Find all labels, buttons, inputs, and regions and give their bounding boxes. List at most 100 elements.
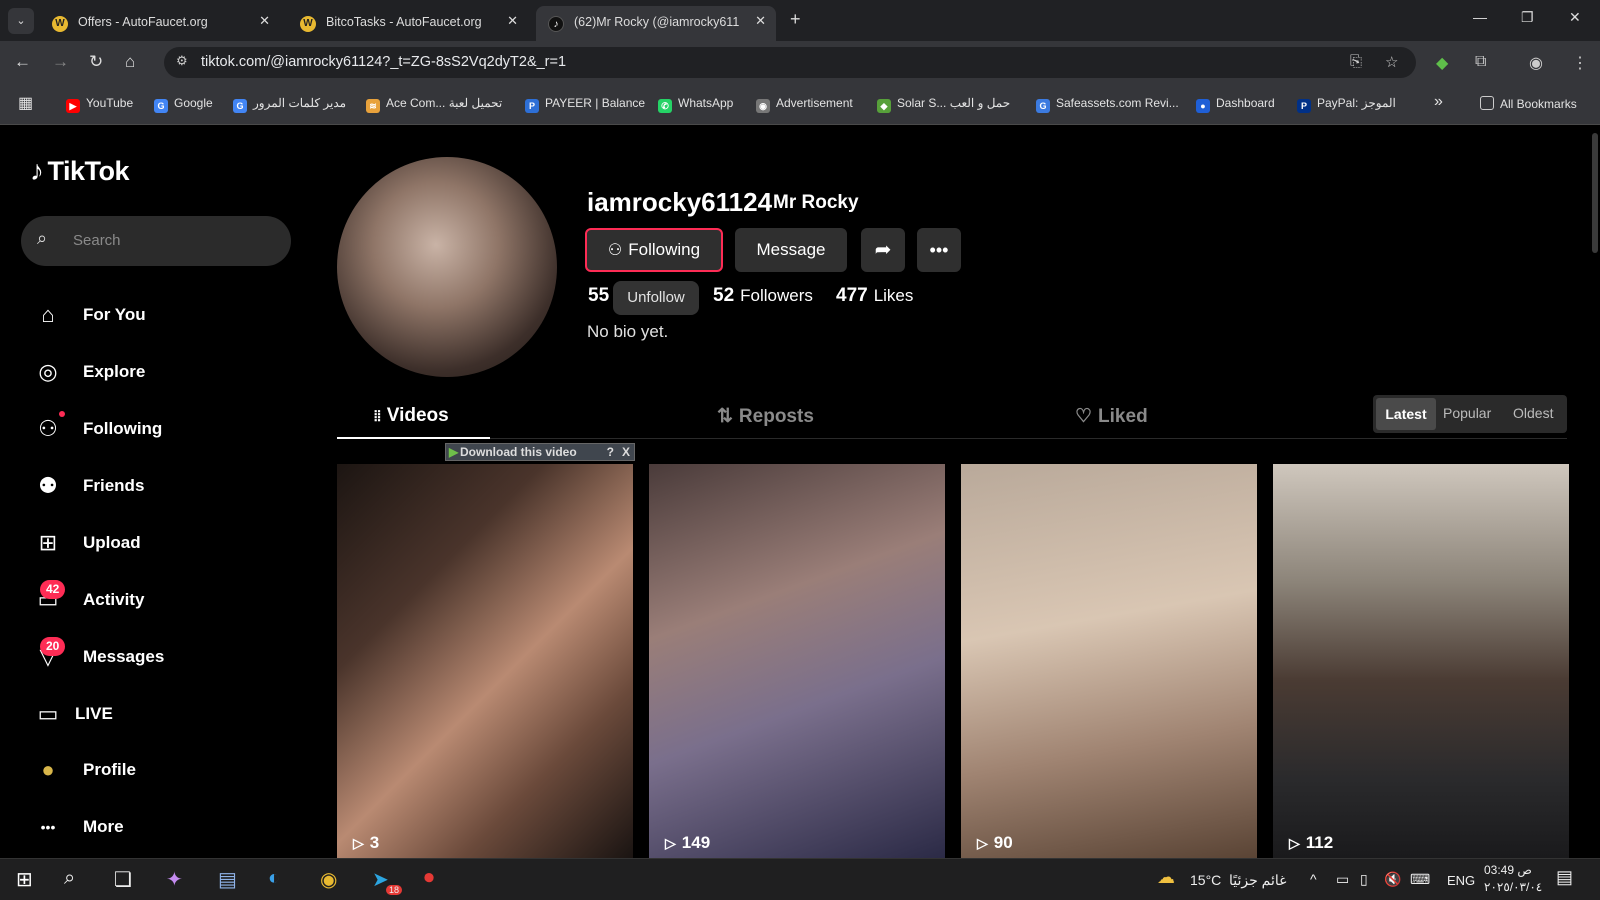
address-bar[interactable]: ⚙ tiktok.com/@iamrocky61124?_t=ZG-8sS2Vq… bbox=[164, 47, 1416, 78]
home-icon[interactable]: ⌂ bbox=[125, 52, 135, 72]
keyboard-icon[interactable]: ⌨ bbox=[1410, 871, 1430, 888]
bookmark-star-icon[interactable]: ☆ bbox=[1385, 53, 1398, 71]
extensions-puzzle-icon[interactable]: ⧉ bbox=[1475, 53, 1486, 71]
network-icon[interactable]: ▭ bbox=[1336, 871, 1349, 888]
help-icon[interactable]: ? bbox=[607, 444, 614, 460]
more-options-button[interactable]: ••• bbox=[917, 228, 961, 272]
browser-tab-bitcotasks[interactable]: W BitcoTasks - AutoFaucet.org ✕ bbox=[288, 6, 528, 41]
apps-grid-icon[interactable]: ▦ bbox=[18, 93, 33, 113]
reload-icon[interactable]: ↻ bbox=[89, 52, 103, 72]
minimize-icon[interactable]: — bbox=[1473, 9, 1487, 25]
video-view-count: ▷ 3 bbox=[353, 833, 379, 853]
following-button[interactable]: ⚇ Following bbox=[585, 228, 723, 272]
back-arrow-icon[interactable]: ← bbox=[14, 52, 31, 72]
bookmark-item[interactable]: P PayPal: الموجز bbox=[1297, 96, 1396, 113]
bookmark-item[interactable]: ✆ WhatsApp bbox=[658, 96, 733, 113]
tab-reposts[interactable]: ⇅ Reposts bbox=[717, 405, 814, 428]
sidebar-item-explore[interactable]: ◎ Explore bbox=[0, 350, 300, 394]
browser-tab-tiktok[interactable]: ♪ (62)Mr Rocky (@iamrocky61124 ✕ bbox=[536, 6, 776, 41]
sidebar-item-activity[interactable]: ▭ Activity 42 bbox=[0, 578, 300, 622]
sidebar-item-live[interactable]: ▭ LIVE bbox=[0, 692, 300, 736]
video-thumbnail[interactable]: ▷ 149 bbox=[649, 464, 945, 858]
sidebar-item-for-you[interactable]: ⌂ For You bbox=[0, 293, 300, 337]
followers-stat[interactable]: 52 Followers bbox=[713, 285, 813, 307]
weather-icon[interactable]: ☁ bbox=[1157, 867, 1175, 888]
bookmark-item[interactable]: G Google bbox=[154, 96, 213, 113]
close-tab-icon[interactable]: ✕ bbox=[259, 13, 270, 29]
bookmark-item[interactable]: ≋ Ace Com... تحميل لعبة bbox=[366, 96, 502, 113]
search-icon[interactable]: ⌕ bbox=[64, 867, 75, 890]
video-view-count: ▷ 149 bbox=[665, 833, 710, 853]
bookmark-item[interactable]: P PAYEER | Balance bbox=[525, 96, 645, 113]
close-overlay-icon[interactable]: X bbox=[622, 444, 630, 460]
clock-time[interactable]: 03:49 ص bbox=[1484, 863, 1532, 877]
bookmark-favicon-icon: G bbox=[233, 99, 247, 113]
close-window-icon[interactable]: ✕ bbox=[1569, 9, 1581, 26]
volume-muted-icon[interactable]: 🔇 bbox=[1384, 871, 1401, 888]
copilot-icon[interactable]: ✦ bbox=[166, 867, 183, 892]
calculator-icon[interactable]: ▤ bbox=[218, 867, 237, 892]
video-thumbnail[interactable]: ▷ 3 bbox=[337, 464, 633, 858]
install-app-icon[interactable]: ⎘ bbox=[1350, 53, 1362, 70]
download-play-icon: ▶ bbox=[449, 445, 459, 459]
input-language[interactable]: ENG bbox=[1447, 873, 1475, 888]
video-thumbnail[interactable]: ▷ 112 bbox=[1273, 464, 1569, 858]
sidebar-item-profile[interactable]: ● Profile bbox=[0, 748, 300, 792]
profile-avatar-icon[interactable]: ◉ bbox=[1529, 53, 1543, 73]
download-video-overlay[interactable]: ▶ Download this video ? X bbox=[445, 443, 635, 461]
restore-icon[interactable]: ❐ bbox=[1521, 9, 1534, 26]
notifications-icon[interactable]: ▤ bbox=[1556, 867, 1573, 888]
forward-arrow-icon[interactable]: → bbox=[52, 52, 69, 72]
sidebar-item-more[interactable]: ••• More bbox=[0, 805, 300, 849]
sidebar-item-friends[interactable]: ⚉ Friends bbox=[0, 464, 300, 508]
close-tab-icon[interactable]: ✕ bbox=[507, 13, 518, 29]
share-button[interactable]: ➦ bbox=[861, 228, 905, 272]
bookmark-item[interactable]: G Safeassets.com Revi... bbox=[1036, 96, 1179, 113]
tray-chevron-icon[interactable]: ^ bbox=[1310, 871, 1317, 887]
chrome-browser-icon[interactable]: ◉ bbox=[320, 867, 337, 892]
clock-date[interactable]: ٢٠٢٥/٠٣/٠٤ bbox=[1484, 880, 1542, 894]
bookmark-item[interactable]: ◆ Solar S... حمل و العب bbox=[877, 96, 1010, 113]
explore-icon: ◎ bbox=[38, 359, 58, 384]
battery-icon[interactable]: ▯ bbox=[1360, 871, 1368, 888]
tab-search-chevron-icon[interactable]: ⌄ bbox=[8, 8, 34, 34]
tab-title: Offers - AutoFaucet.org bbox=[78, 15, 208, 29]
sidebar-item-upload[interactable]: ⊞ Upload bbox=[0, 521, 300, 565]
grid-bars-icon: ⦙⦙ bbox=[374, 408, 381, 425]
screen-recorder-icon[interactable]: ⏺ bbox=[424, 867, 434, 890]
new-tab-plus-icon[interactable]: + bbox=[790, 9, 801, 30]
tiktok-logo[interactable]: ♪ TikTok bbox=[30, 155, 130, 187]
tab-liked[interactable]: ♡ Liked bbox=[1075, 405, 1148, 428]
bookmark-label: YouTube bbox=[86, 96, 134, 110]
site-settings-icon[interactable]: ⚙ bbox=[176, 53, 188, 69]
page-scrollbar[interactable] bbox=[1592, 133, 1598, 253]
bookmark-item[interactable]: ▶ YouTube bbox=[66, 96, 133, 113]
chrome-menu-icon[interactable]: ⋮ bbox=[1572, 53, 1588, 73]
browser-tab-offers[interactable]: W Offers - AutoFaucet.org ✕ bbox=[40, 6, 280, 41]
video-thumbnail[interactable]: ▷ 90 bbox=[961, 464, 1257, 858]
sidebar-item-label: LIVE bbox=[75, 704, 113, 723]
more-bookmarks-chevron-icon[interactable]: » bbox=[1434, 93, 1443, 111]
search-input[interactable]: ⌕ Search bbox=[21, 216, 291, 266]
tab-videos-label: Videos bbox=[386, 405, 449, 426]
sort-popular[interactable]: Popular bbox=[1443, 405, 1491, 421]
url-text[interactable]: tiktok.com/@iamrocky61124?_t=ZG-8sS2Vq2d… bbox=[201, 54, 566, 70]
task-view-icon[interactable]: ❏ bbox=[114, 867, 132, 892]
following-count[interactable]: 55 bbox=[588, 285, 615, 307]
extension-icon[interactable]: ◆ bbox=[1436, 53, 1448, 73]
message-button[interactable]: Message bbox=[735, 228, 847, 272]
sidebar-item-label: Upload bbox=[83, 533, 141, 552]
all-bookmarks-folder[interactable]: All Bookmarks bbox=[1480, 96, 1577, 111]
close-tab-icon[interactable]: ✕ bbox=[755, 13, 766, 29]
bookmark-label: PayPal: الموجز bbox=[1317, 96, 1396, 110]
windows-start-icon[interactable]: ⊞ bbox=[16, 867, 33, 892]
sidebar-item-following[interactable]: ⚇ Following bbox=[0, 407, 300, 451]
sidebar-item-messages[interactable]: ▽ Messages 20 bbox=[0, 635, 300, 679]
bookmark-item[interactable]: ● Dashboard bbox=[1196, 96, 1275, 113]
edge-browser-icon[interactable]: ◐ bbox=[268, 867, 280, 890]
sort-latest[interactable]: Latest bbox=[1376, 398, 1436, 430]
bookmark-item[interactable]: ◉ Advertisement bbox=[756, 96, 853, 113]
tab-videos[interactable]: ⦙⦙ Videos bbox=[374, 405, 449, 427]
sort-oldest[interactable]: Oldest bbox=[1513, 405, 1553, 421]
bookmark-item[interactable]: G مدير كلمات المرور bbox=[233, 96, 346, 113]
